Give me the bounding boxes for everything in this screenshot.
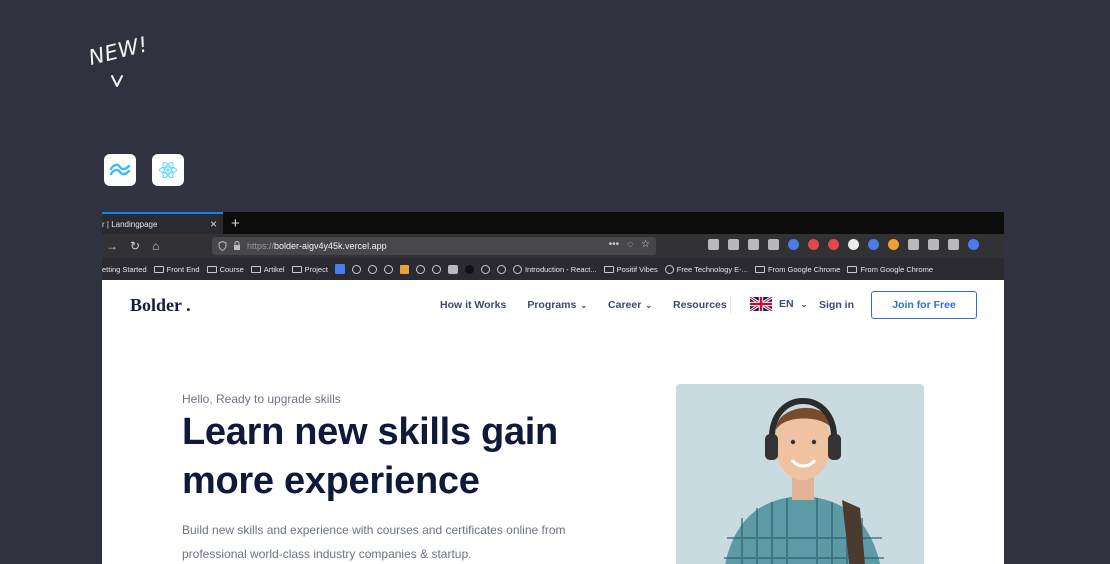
globe-bookmark-icon[interactable] — [431, 264, 441, 274]
calendar-bookmark-icon[interactable] — [334, 264, 345, 274]
folder-icon — [250, 265, 261, 273]
arrow-down-icon — [111, 75, 123, 87]
bookmark-item[interactable]: Positif Vibes — [603, 265, 658, 274]
code-bookmark-icon[interactable] — [447, 264, 458, 274]
react-icon — [158, 161, 178, 179]
join-for-free-button[interactable]: Join for Free — [871, 291, 977, 319]
globe-icon — [512, 264, 522, 274]
wrench-icon[interactable] — [708, 239, 719, 250]
bookmark-item[interactable]: etting Started — [102, 265, 147, 274]
folder-icon — [603, 265, 614, 273]
address-bar[interactable]: https://bolder-aigv4y45k.vercel.app ••• … — [212, 237, 656, 255]
bookmark-item[interactable]: From Google Chrome — [754, 265, 840, 274]
active-tab[interactable]: r | Landingpage × — [102, 212, 223, 234]
drive-bookmark-icon[interactable] — [399, 264, 409, 274]
extension-blue-icon[interactable] — [868, 239, 879, 250]
nav-how-it-works[interactable]: How it Works — [440, 299, 506, 311]
extension-orange-icon[interactable] — [888, 239, 899, 250]
bookmark-item[interactable]: From Google Chrome — [847, 265, 933, 274]
download-icon[interactable] — [728, 239, 739, 250]
lock-icon — [234, 241, 240, 250]
hero-greeting: Hello, Ready to upgrade skills — [182, 392, 341, 406]
extension-tomato-icon[interactable] — [828, 239, 839, 250]
chevron-down-icon: ⌄ — [580, 301, 588, 310]
language-code: EN — [779, 298, 794, 310]
folder-icon — [291, 265, 302, 273]
globe-bookmark-icon[interactable] — [367, 264, 377, 274]
react-devtools-icon[interactable] — [788, 239, 799, 250]
globe-bookmark-icon[interactable] — [351, 264, 361, 274]
globe-bookmark-icon[interactable] — [496, 264, 506, 274]
url-host: bolder-aigv4y45k.vercel.app — [274, 241, 387, 251]
overflow-icon[interactable] — [948, 239, 959, 250]
nav-resources[interactable]: Resources — [673, 299, 727, 311]
bookmarks-bar: etting Started Front End Course Artikel … — [102, 258, 1004, 280]
tailwind-icon — [109, 163, 131, 176]
hero-description: Build new skills and experience with cou… — [182, 523, 566, 561]
landing-page: Bolder . How it Works Programs ⌄ Career ⌄ … — [102, 280, 1004, 564]
bookmark-item[interactable]: Project — [291, 265, 328, 274]
hero-headline: Learn new skills gain more experience — [182, 411, 558, 502]
globe-bookmark-icon[interactable] — [383, 264, 393, 274]
folder-icon — [153, 265, 164, 273]
extension-apps-icon[interactable] — [968, 239, 979, 250]
more-icon[interactable]: ••• — [609, 239, 620, 250]
close-tab-icon[interactable]: × — [210, 218, 217, 230]
home-icon[interactable]: ⌂ — [152, 239, 159, 253]
sign-in-link[interactable]: Sign in — [819, 299, 854, 311]
globe-bookmark-icon[interactable] — [415, 264, 425, 274]
bookmark-item[interactable]: Artikel — [250, 265, 285, 274]
browser-toolbar: → ↻ ⌂ https://bolder-aigv4y45k.vercel.ap… — [102, 234, 1004, 258]
bookmark-item[interactable]: Front End — [153, 265, 200, 274]
sidebar-icon[interactable] — [768, 239, 779, 250]
tab-bar: r | Landingpage × + — [102, 212, 1004, 234]
chevron-down-icon: ⌄ — [800, 299, 808, 309]
shield-icon — [218, 241, 227, 251]
pocket-icon[interactable]: ◌ — [627, 239, 633, 250]
new-badge-text: NEW! — [86, 32, 151, 70]
star-icon[interactable]: ☆ — [641, 239, 650, 250]
student-image — [724, 398, 884, 564]
account-icon[interactable] — [908, 239, 919, 250]
language-selector[interactable]: EN ⌄ — [750, 297, 807, 311]
bookmark-item[interactable]: Introduction - React... — [512, 264, 597, 274]
tailwind-badge — [104, 154, 136, 186]
extension-cross-icon[interactable] — [848, 239, 859, 250]
folder-icon — [754, 265, 765, 273]
globe-bookmark-icon[interactable] — [480, 264, 490, 274]
nav-programs[interactable]: Programs ⌄ — [527, 299, 587, 311]
bookmark-item[interactable]: Free Technology E-... — [664, 264, 748, 274]
extension-red-icon[interactable] — [808, 239, 819, 250]
globe-icon — [664, 264, 674, 274]
new-badge: NEW! — [86, 32, 162, 94]
browser-window: r | Landingpage × + → ↻ ⌂ https://bolder… — [102, 212, 1004, 564]
nav-career[interactable]: Career ⌄ — [608, 299, 652, 311]
puzzle-icon[interactable] — [928, 239, 939, 250]
site-nav: How it Works Programs ⌄ Career ⌄ Resources — [440, 299, 727, 311]
tab-title: r | Landingpage — [102, 219, 158, 229]
library-icon[interactable] — [748, 239, 759, 250]
react-badge — [152, 154, 184, 186]
site-logo[interactable]: Bolder . — [130, 295, 191, 316]
uk-flag-icon — [750, 297, 772, 311]
github-bookmark-icon[interactable] — [464, 264, 474, 274]
reload-icon[interactable]: ↻ — [130, 239, 140, 253]
extension-icons — [708, 239, 979, 250]
nav-divider — [730, 296, 731, 314]
url-protocol: https:// — [247, 241, 275, 251]
folder-icon — [847, 265, 858, 273]
new-tab-icon[interactable]: + — [231, 216, 240, 231]
chevron-down-icon: ⌄ — [645, 301, 653, 310]
forward-icon[interactable]: → — [106, 239, 118, 253]
bookmark-item[interactable]: Course — [206, 265, 244, 274]
folder-icon — [206, 265, 217, 273]
